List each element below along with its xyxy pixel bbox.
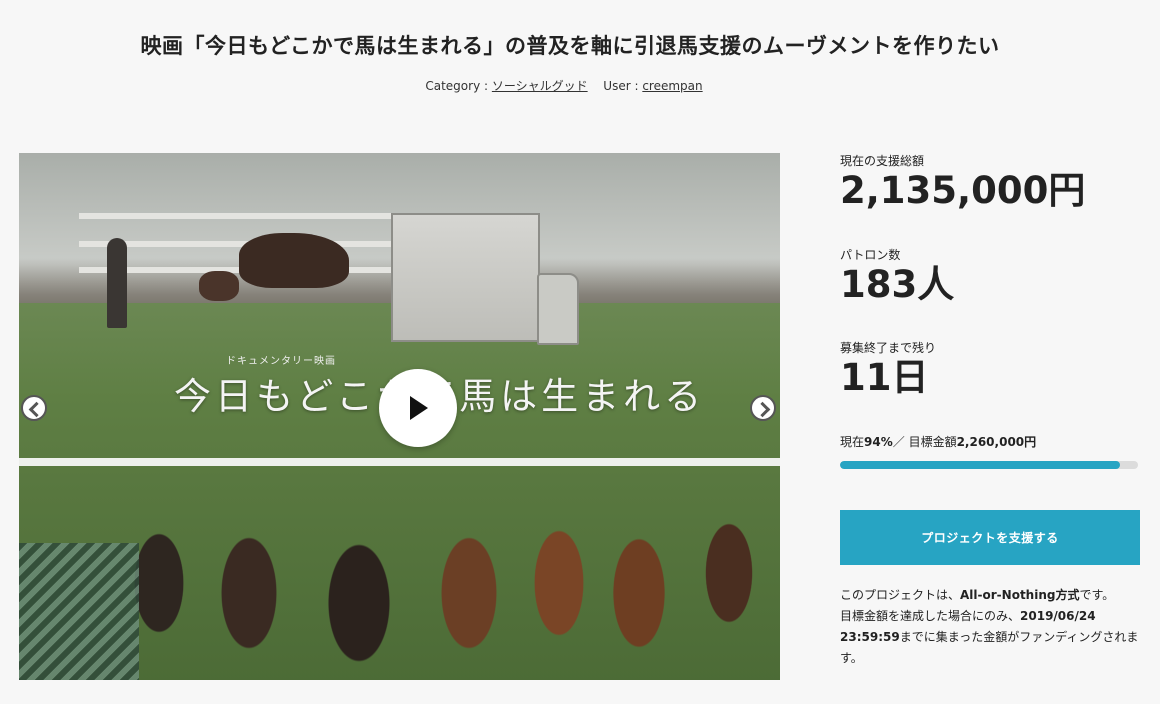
- patrons-label: パトロン数: [840, 248, 901, 262]
- remaining-value: 11日: [840, 356, 929, 399]
- chevron-right-icon: [754, 401, 771, 418]
- progress-summary: 現在94%／ 目標金額2,260,000円: [840, 435, 1037, 449]
- total-funding-value: 2,135,000円: [840, 169, 1086, 212]
- patrons-value: 183人: [840, 263, 955, 306]
- handler-silhouette: [107, 238, 127, 328]
- project-video[interactable]: ドキュメンタリー映画 今日もどこかで馬は生まれる: [19, 153, 780, 680]
- project-page: 映画「今日もどこかで馬は生まれる」の普及を軸に引退馬支援のムーヴメントを作りたい…: [0, 0, 1160, 704]
- category-link[interactable]: ソーシャルグッド: [492, 79, 588, 93]
- previous-slide-button[interactable]: [21, 395, 47, 421]
- total-funding-label: 現在の支援総額: [840, 154, 925, 168]
- progress-bar: [840, 461, 1138, 469]
- foal-silhouette: [199, 271, 239, 301]
- next-slide-button[interactable]: [750, 395, 776, 421]
- progress-bar-fill: [840, 461, 1121, 469]
- all-or-nothing-notice: このプロジェクトは、All-or-Nothing方式です。 目標金額を達成した場…: [840, 588, 1139, 665]
- goal-amount: 2,260,000円: [956, 435, 1037, 449]
- project-meta: Category : ソーシャルグッド User : creempan: [0, 77, 1128, 94]
- user-label: User :: [603, 79, 639, 93]
- chevron-left-icon: [28, 401, 45, 418]
- video-overlay-subtitle: ドキュメンタリー映画: [226, 356, 336, 367]
- page-title: 映画「今日もどこかで馬は生まれる」の普及を軸に引退馬支援のムーヴメントを作りたい: [140, 34, 1000, 58]
- play-icon: [410, 396, 428, 420]
- racing-horses: [79, 433, 769, 680]
- user-link[interactable]: creempan: [642, 79, 702, 93]
- support-project-button[interactable]: プロジェクトを支援する: [840, 510, 1140, 565]
- category-label: Category :: [425, 79, 489, 93]
- remaining-label: 募集終了まで残り: [840, 341, 937, 355]
- horse-trailer: [391, 213, 540, 342]
- play-button[interactable]: [379, 369, 457, 447]
- mare-silhouette: [239, 233, 349, 288]
- progress-percent: 94%: [864, 435, 893, 449]
